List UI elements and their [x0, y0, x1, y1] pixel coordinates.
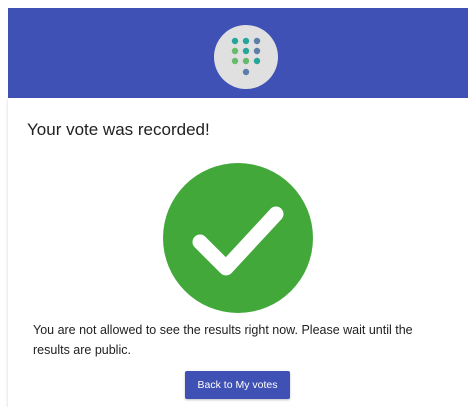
card-title: Your vote was recorded! — [27, 120, 210, 139]
app-header — [8, 8, 468, 100]
checkmark-circle-icon — [163, 163, 313, 313]
app-logo — [214, 25, 278, 89]
results-hidden-message: You are not allowed to see the results r… — [33, 323, 413, 357]
page-margin — [0, 98, 8, 407]
back-to-my-votes-button[interactable]: Back to My votes — [185, 371, 290, 399]
page: Your vote was recorded! You are not allo… — [0, 0, 468, 407]
dial-pad-logo-icon — [231, 37, 261, 76]
